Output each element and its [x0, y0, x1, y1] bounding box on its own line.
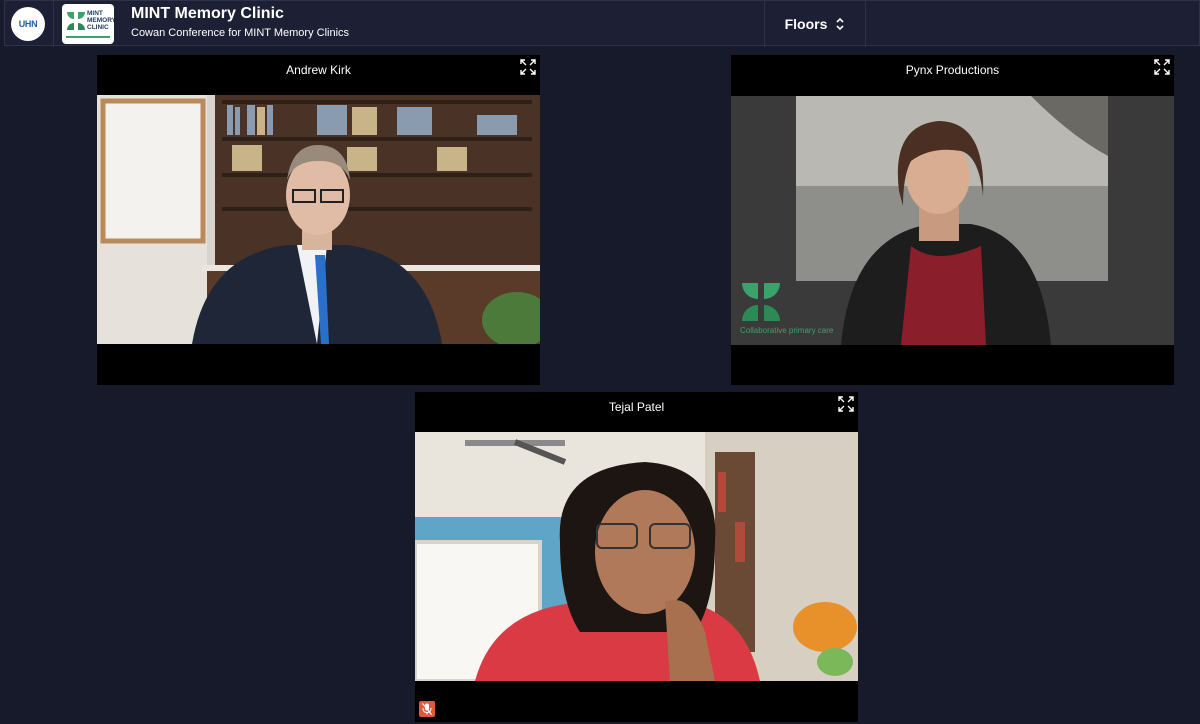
- conference-subtitle: Cowan Conference for MINT Memory Clinics: [131, 27, 350, 39]
- participant-name: Tejal Patel: [608, 400, 665, 414]
- microphone-muted-badge: [419, 701, 435, 717]
- mint-memory-clinic-logo: MINT MEMORY CLINIC: [62, 4, 114, 44]
- video-frame-tejal-patel: [415, 432, 858, 681]
- org-logo-text: UHN: [18, 19, 38, 29]
- conference-title: MINT Memory Clinic: [131, 5, 284, 22]
- participant-tile[interactable]: Tejal Patel: [415, 392, 858, 722]
- participant-tile[interactable]: Pynx Productions Collaborative primary c…: [731, 55, 1174, 385]
- org-logo: UHN: [11, 7, 45, 41]
- video-frame-pynx-productions: [731, 96, 1174, 345]
- video-feed: [415, 432, 858, 681]
- video-feed: [97, 95, 540, 344]
- chevron-up-down-icon: [836, 17, 844, 31]
- video-feed: Collaborative primary care: [731, 96, 1174, 345]
- leaf-logo-icon: [742, 283, 780, 321]
- floors-dropdown[interactable]: Floors: [765, 1, 865, 47]
- participant-tile[interactable]: Andrew Kirk: [97, 55, 540, 385]
- video-frame-andrew-kirk: [97, 95, 540, 344]
- floors-label: Floors: [784, 16, 828, 32]
- leaf-logo-icon: [67, 12, 85, 30]
- divider: [53, 1, 54, 47]
- logo-underline: [66, 36, 110, 38]
- expand-icon[interactable]: [1154, 59, 1170, 75]
- participant-name: Pynx Productions: [905, 63, 1000, 77]
- divider: [865, 1, 866, 47]
- expand-icon[interactable]: [520, 59, 536, 75]
- mic-off-icon: [422, 703, 432, 715]
- top-bar: UHN MINT MEMORY CLINIC MINT Memory Clini…: [4, 0, 1200, 47]
- participant-name: Andrew Kirk: [286, 63, 351, 77]
- expand-icon[interactable]: [838, 396, 854, 412]
- mint-logo-text: MINT MEMORY CLINIC: [87, 10, 114, 31]
- watermark-text: Collaborative primary care: [740, 326, 834, 335]
